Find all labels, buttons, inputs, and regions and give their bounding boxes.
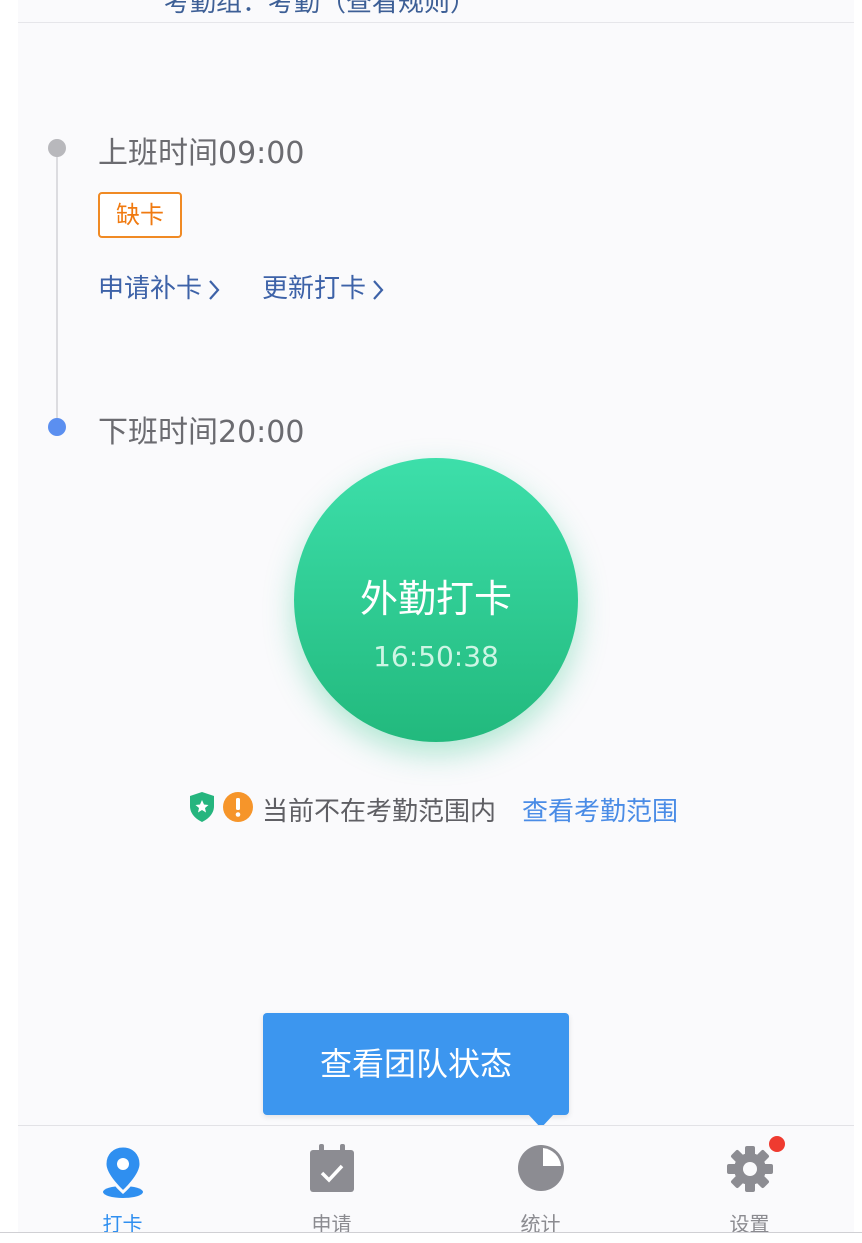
end-time-label: 下班时间20:00 (98, 415, 305, 450)
update-punch-link[interactable]: 更新打卡 (262, 268, 384, 305)
pie-chart-icon (518, 1145, 564, 1191)
punch-button-title: 外勤打卡 (359, 577, 512, 621)
out-of-range-text: 当前不在考勤范围内 (262, 797, 497, 827)
notification-dot (769, 1136, 785, 1152)
update-punch-label: 更新打卡 (262, 274, 367, 304)
view-range-link[interactable]: 查看考勤范围 (522, 791, 678, 828)
tab-apply-label: 申请 (311, 1212, 352, 1232)
tab-punch[interactable]: 打卡 (18, 1126, 227, 1232)
tab-stats-label: 统计 (520, 1212, 561, 1232)
bottom-tab-bar: 打卡 申请 统计 设置 (18, 1125, 854, 1232)
bottom-edge-strip (0, 1232, 862, 1243)
field-punch-button[interactable]: 外勤打卡 16:50:38 (294, 458, 578, 742)
team-status-tooltip[interactable]: 查看团队状态 (263, 1013, 569, 1115)
tab-stats[interactable]: 统计 (436, 1126, 645, 1232)
timeline-end-dot (48, 418, 66, 436)
apply-makeup-link[interactable]: 申请补卡 (98, 268, 220, 305)
attendance-group-text[interactable]: 考勤组：考勤（查看规则） (164, 0, 476, 19)
tab-settings-label: 设置 (729, 1212, 770, 1232)
missing-punch-badge: 缺卡 (98, 192, 182, 238)
attendance-group-header: 考勤组：考勤（查看规则） (18, 0, 854, 23)
apply-makeup-label: 申请补卡 (98, 274, 203, 304)
warning-icon (223, 792, 253, 822)
calendar-check-icon (310, 1144, 354, 1192)
chevron-right-icon (209, 279, 220, 300)
location-pin-icon (103, 1144, 143, 1198)
start-time-label: 上班时间09:00 (98, 136, 305, 171)
attendance-page: 考勤组：考勤（查看规则） 上班时间09:00 缺卡 申请补卡 更新打卡 下班时间… (18, 0, 854, 1232)
punch-button-clock: 16:50:38 (373, 640, 499, 673)
tab-apply[interactable]: 申请 (227, 1126, 436, 1232)
gear-icon (727, 1146, 773, 1192)
tab-punch-label: 打卡 (102, 1212, 143, 1232)
chevron-right-icon (373, 279, 384, 300)
timeline-start-dot (48, 139, 66, 157)
shield-icon (190, 792, 214, 822)
tab-settings[interactable]: 设置 (645, 1126, 854, 1232)
timeline-line (56, 150, 58, 430)
